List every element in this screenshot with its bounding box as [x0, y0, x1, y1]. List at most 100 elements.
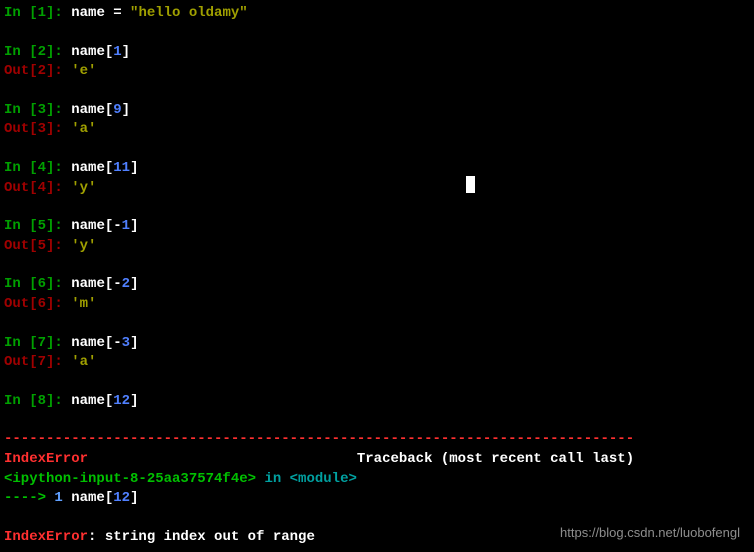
in-prompt: ]:	[46, 102, 71, 118]
blank-line	[4, 24, 750, 43]
in-prompt-number: 6	[38, 276, 46, 292]
index-number: 9	[113, 102, 121, 118]
in-prompt: ]:	[46, 335, 71, 351]
output-line: Out[7]: 'a'	[4, 353, 750, 373]
index-number: 12	[113, 490, 130, 506]
output-line: Out[6]: 'm'	[4, 295, 750, 315]
blank-line	[4, 198, 750, 217]
in-prompt: ]:	[46, 276, 71, 292]
blank-line	[4, 256, 750, 275]
in-prompt: In [	[4, 393, 38, 409]
out-prompt-number: 4	[38, 180, 46, 196]
traceback-code-line: ----> 1 name[12]	[4, 489, 750, 509]
blank-line	[4, 140, 750, 159]
in-prompt: In [	[4, 102, 38, 118]
code-text: name[-	[71, 218, 121, 234]
out-prompt-number: 7	[38, 354, 46, 370]
in-prompt: In [	[4, 5, 38, 21]
in-prompt-number: 5	[38, 218, 46, 234]
index-number: 11	[113, 160, 130, 176]
input-line: In [3]: name[9]	[4, 101, 750, 121]
blank-line	[4, 373, 750, 392]
ipython-input-ref: <ipython-input-8-25aa37574f4e>	[4, 471, 256, 487]
input-line: In [5]: name[-1]	[4, 217, 750, 237]
string-literal: "hello oldamy"	[130, 5, 248, 21]
out-prompt: ]:	[46, 354, 71, 370]
in-prompt: ]:	[46, 5, 71, 21]
spacer	[88, 451, 357, 467]
code-text: ]	[130, 276, 138, 292]
ipython-terminal[interactable]: In [1]: name = "hello oldamy"In [2]: nam…	[4, 4, 750, 547]
input-line: In [4]: name[11]	[4, 159, 750, 179]
code-text: ]	[130, 490, 138, 506]
input-line: In [8]: name[12]	[4, 392, 750, 412]
watermark-text: https://blog.csdn.net/luobofengl	[560, 524, 740, 542]
out-prompt: ]:	[46, 63, 71, 79]
in-prompt: In [	[4, 160, 38, 176]
code-text: name[	[71, 393, 113, 409]
output-line: Out[4]: 'y'	[4, 179, 750, 199]
in-prompt-number: 8	[38, 393, 46, 409]
out-prompt: Out[	[4, 354, 38, 370]
in-prompt-number: 2	[38, 44, 46, 60]
in-prompt-number: 4	[38, 160, 46, 176]
out-prompt-number: 5	[38, 238, 46, 254]
code-text: name[	[71, 102, 113, 118]
input-line: In [1]: name = "hello oldamy"	[4, 4, 750, 24]
code-text: name[	[71, 44, 113, 60]
module-ref: <module>	[290, 471, 357, 487]
out-prompt: ]:	[46, 238, 71, 254]
code-text: name[	[63, 490, 113, 506]
code-text: ]	[130, 393, 138, 409]
in-prompt: ]:	[46, 393, 71, 409]
error-name: IndexError	[4, 451, 88, 467]
index-number: 2	[122, 276, 130, 292]
in-prompt: In [	[4, 218, 38, 234]
error-separator: ----------------------------------------…	[4, 430, 750, 450]
index-number: 3	[122, 335, 130, 351]
output-value: 'e'	[71, 63, 96, 79]
output-value: 'm'	[71, 296, 96, 312]
in-prompt-number: 7	[38, 335, 46, 351]
error-name: IndexError	[4, 529, 88, 545]
code-text: ]	[122, 102, 130, 118]
error-message: : string index out of range	[88, 529, 315, 545]
out-prompt: Out[	[4, 180, 38, 196]
code-text: ]	[122, 44, 130, 60]
out-prompt: ]:	[46, 121, 71, 137]
in-prompt: In [	[4, 335, 38, 351]
output-value: 'a'	[71, 354, 96, 370]
code-text: ]	[130, 335, 138, 351]
input-line: In [7]: name[-3]	[4, 334, 750, 354]
output-line: Out[5]: 'y'	[4, 237, 750, 257]
out-prompt: Out[	[4, 63, 38, 79]
input-line: In [2]: name[1]	[4, 43, 750, 63]
dash-line: ----------------------------------------…	[4, 431, 634, 447]
out-prompt-number: 3	[38, 121, 46, 137]
text-cursor	[466, 176, 475, 193]
traceback-location: <ipython-input-8-25aa37574f4e> in <modul…	[4, 470, 750, 490]
in-prompt: ]:	[46, 160, 71, 176]
blank-line	[4, 82, 750, 101]
out-prompt: Out[	[4, 238, 38, 254]
in-prompt: ]:	[46, 44, 71, 60]
in-prompt-number: 1	[38, 5, 46, 21]
code-text: name =	[71, 5, 130, 21]
output-line: Out[2]: 'e'	[4, 62, 750, 82]
out-prompt: Out[	[4, 121, 38, 137]
index-number: 12	[113, 393, 130, 409]
in-prompt: In [	[4, 276, 38, 292]
index-number: 1	[113, 44, 121, 60]
line-number: 1	[54, 490, 62, 506]
code-text: name[-	[71, 276, 121, 292]
code-text: name[	[71, 160, 113, 176]
output-value: 'y'	[71, 238, 96, 254]
in-prompt-number: 3	[38, 102, 46, 118]
traceback-label: Traceback (most recent call last)	[357, 451, 634, 467]
code-text: ]	[130, 218, 138, 234]
code-text: ]	[130, 160, 138, 176]
code-text: name[-	[71, 335, 121, 351]
out-prompt-number: 6	[38, 296, 46, 312]
blank-line	[4, 315, 750, 334]
input-line: In [6]: name[-2]	[4, 275, 750, 295]
